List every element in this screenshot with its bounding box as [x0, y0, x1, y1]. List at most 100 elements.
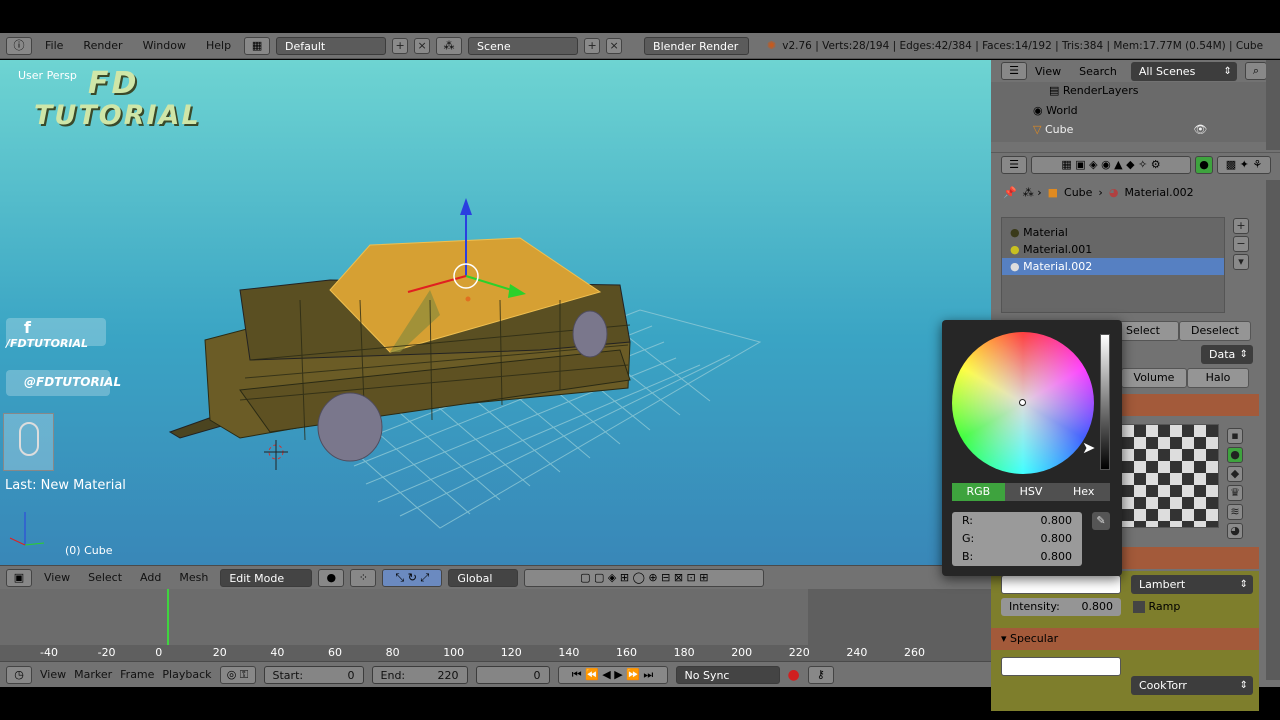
intensity-label: Intensity: [1009, 600, 1060, 613]
keyframe-icon[interactable]: ⚷ [807, 665, 834, 684]
hsv-tab[interactable]: HSV [1004, 483, 1058, 501]
diffuse-color-swatch[interactable] [1001, 575, 1121, 594]
value-slider[interactable] [1100, 334, 1110, 470]
info-editor-icon[interactable]: ⓘ [6, 36, 32, 55]
context-tab-icons[interactable]: ▦ ▣ ◈ ◉ ▲ ◆ ✧ ⚙ [1031, 155, 1191, 174]
slot-material[interactable]: ● Material [1002, 224, 1224, 241]
outliner-editor-icon[interactable]: ☰ [1001, 62, 1027, 80]
header-tool-icons[interactable]: ▢ ▢ ◈ ⊞ ◯ ⊕ ⊟ ⊠ ⊡ ⊞ [524, 568, 765, 587]
menu-view[interactable]: View [38, 571, 76, 584]
keying-icons[interactable]: ◎ ⚿ [219, 665, 256, 684]
material-ball-icon-3: ● [1010, 260, 1024, 273]
outliner-search-menu[interactable]: Search [1079, 65, 1117, 78]
crumb-object[interactable]: Cube [1064, 186, 1092, 199]
sync-select[interactable]: No Sync [675, 665, 780, 684]
rgb-tab[interactable]: RGB [952, 483, 1005, 501]
manipulator-icons[interactable]: ⤡ ↻ ⤢ [382, 568, 443, 587]
playback-controls-icon[interactable]: ⏮ ⏪ ◀ ▶ ⏩ ⏭ [557, 665, 668, 684]
data-select[interactable]: Data [1201, 345, 1253, 364]
ramp-checkbox[interactable]: Ramp [1133, 600, 1180, 613]
outliner-row-renderlayers[interactable]: ▤ RenderLayers [991, 82, 1266, 97]
add-layout-icon[interactable]: + [392, 37, 409, 54]
specular-section[interactable]: ▾ Specular [991, 628, 1259, 650]
end-frame-field[interactable]: End: 220 [371, 665, 468, 684]
eyedropper-icon[interactable]: ✎ [1092, 512, 1110, 530]
preview-hair-icon[interactable]: ≋ [1227, 504, 1243, 520]
preview-flat-icon[interactable]: ▪ [1227, 428, 1243, 444]
car-body [168, 237, 631, 441]
scene-icon[interactable]: ⁂ [436, 36, 463, 55]
visibility-icon[interactable]: 👁 [1193, 123, 1207, 136]
scene-field[interactable]: Scene [468, 36, 579, 55]
tl-menu-frame[interactable]: Frame [120, 668, 154, 681]
hex-tab[interactable]: Hex [1057, 483, 1111, 501]
outliner-label-world: World [1046, 104, 1078, 117]
preview-monkey-icon[interactable]: ♛ [1227, 485, 1243, 501]
outliner-view-menu[interactable]: View [1035, 65, 1061, 78]
tl-menu-marker[interactable]: Marker [74, 668, 112, 681]
shading-icon[interactable]: ● [318, 568, 345, 587]
properties-editor-icon[interactable]: ☰ [1001, 155, 1027, 174]
material-tab-icon[interactable]: ● [1195, 155, 1213, 174]
pin-icon[interactable]: 📌 [1003, 186, 1017, 199]
halo-tab[interactable]: Halo [1187, 368, 1249, 388]
timeline-editor-icon[interactable]: ◷ [6, 665, 32, 684]
preview-cube-icon[interactable]: ◆ [1227, 466, 1243, 482]
layout-field[interactable]: Default [276, 36, 387, 55]
crumb-material[interactable]: Material.002 [1124, 186, 1193, 199]
menu-window[interactable]: Window [136, 39, 193, 52]
outliner-scrollbar[interactable] [1266, 60, 1280, 150]
orientation-select[interactable]: Global [448, 568, 519, 587]
menu-mesh[interactable]: Mesh [173, 571, 214, 584]
current-frame-field[interactable]: 0 [475, 665, 550, 684]
add-scene-icon[interactable]: + [584, 37, 601, 54]
slot-material-002[interactable]: ● Material.002 [1002, 258, 1224, 275]
tl-menu-view[interactable]: View [40, 668, 66, 681]
layout-grid-icon[interactable]: ▦ [244, 36, 271, 55]
start-frame-field[interactable]: Start: 0 [263, 665, 364, 684]
remove-layout-icon[interactable]: × [414, 37, 431, 54]
intensity-field[interactable]: Intensity: 0.800 [1001, 598, 1121, 616]
b-field[interactable]: B: 0.800 [952, 548, 1082, 566]
timeline-tick-label: 100 [443, 646, 465, 659]
remove-slot-icon[interactable]: − [1233, 236, 1249, 252]
deselect-button[interactable]: Deselect [1179, 321, 1251, 341]
mode-select[interactable]: Edit Mode [220, 568, 313, 587]
properties-scrollbar[interactable] [1266, 180, 1280, 680]
material-ball-icon: ● [1010, 226, 1024, 239]
diffuse-section-header[interactable] [1119, 547, 1259, 569]
outliner-row-cube[interactable]: ▽ Cube 👁 [991, 117, 1266, 136]
slot-menu-icon[interactable]: ▾ [1233, 254, 1249, 270]
preview-sphere-icon[interactable]: ● [1227, 447, 1243, 463]
timeline-tick-label: 80 [385, 646, 400, 659]
r-field[interactable]: R: 0.800 [952, 512, 1082, 530]
remove-scene-icon[interactable]: × [606, 37, 623, 54]
menu-render[interactable]: Render [76, 39, 129, 52]
specular-shader-select[interactable]: CookTorr [1131, 676, 1253, 695]
diffuse-shader-select[interactable]: Lambert [1131, 575, 1253, 594]
render-engine-select[interactable]: Blender Render [644, 36, 750, 55]
3d-viewport[interactable]: User Persp FD TUTORIAL f /FDTUTORIAL @FD… [0, 60, 991, 565]
add-slot-icon[interactable]: + [1233, 218, 1249, 234]
wheel-cursor[interactable] [1019, 399, 1026, 406]
outliner-row-world[interactable]: ◉ World [991, 97, 1266, 117]
editor-type-icon[interactable]: ▣ [6, 568, 32, 587]
record-icon[interactable]: ● [788, 667, 800, 683]
volume-tab[interactable]: Volume [1121, 368, 1187, 388]
g-field[interactable]: G: 0.800 [952, 530, 1082, 548]
menu-select[interactable]: Select [82, 571, 128, 584]
preview-world-icon[interactable]: ◕ [1227, 523, 1243, 539]
search-icon[interactable]: ⌕ [1244, 62, 1267, 80]
preview-type-icons[interactable]: ▪ ● ◆ ♛ ≋ ◕ [1227, 428, 1247, 539]
menu-file[interactable]: File [38, 39, 70, 52]
tl-menu-playback[interactable]: Playback [162, 668, 211, 681]
more-tab-icons[interactable]: ▩ ✦ ⚘ [1217, 155, 1271, 174]
menu-help[interactable]: Help [199, 39, 238, 52]
specular-color-swatch[interactable] [1001, 657, 1121, 676]
preview-section-header[interactable] [1119, 394, 1259, 416]
menu-add[interactable]: Add [134, 571, 167, 584]
slot-material-001[interactable]: ● Material.001 [1002, 241, 1224, 258]
timeline-area[interactable]: -40 -20 0 20 40 60 80 100 120 140 160 180 200 220 240 2… [0, 589, 991, 661]
pivot-icon[interactable]: ⁘ [350, 568, 377, 587]
outliner-filter-select[interactable]: All Scenes [1130, 61, 1237, 81]
